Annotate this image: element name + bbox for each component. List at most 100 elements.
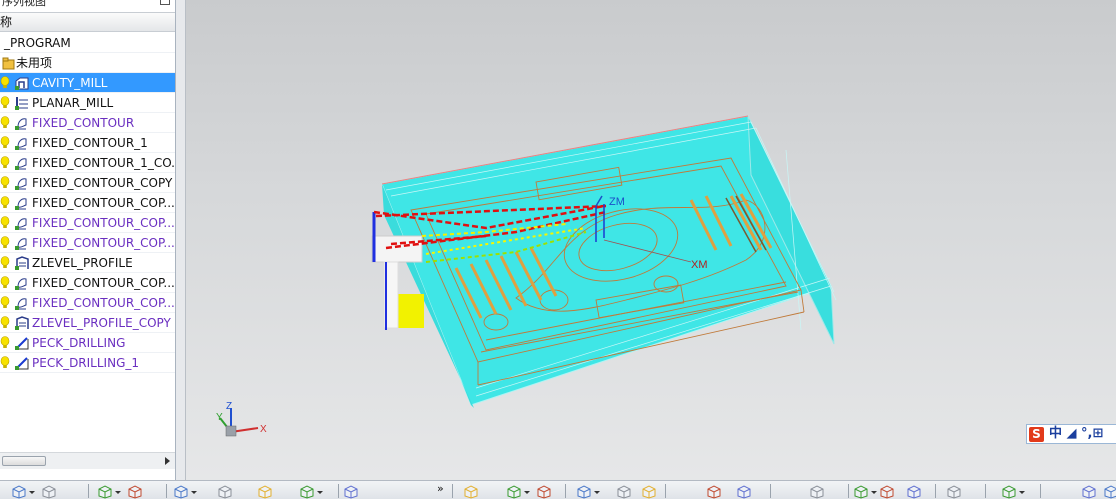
component-button[interactable] bbox=[505, 483, 523, 499]
part-navigator-button[interactable] bbox=[40, 483, 58, 499]
tree-row[interactable]: FIXED_CONTOUR_COPY bbox=[0, 173, 175, 193]
align-button[interactable] bbox=[735, 483, 753, 499]
dropdown-arrow-icon[interactable] bbox=[871, 491, 877, 494]
fixed-contour-icon bbox=[14, 235, 30, 251]
dropdown-arrow-icon[interactable] bbox=[29, 491, 35, 494]
scroll-right-icon[interactable] bbox=[165, 457, 170, 465]
tree-row-label: FIXED_CONTOUR_1 bbox=[32, 136, 148, 150]
point-button[interactable] bbox=[640, 483, 658, 499]
assembly-icon bbox=[464, 485, 478, 499]
tree-row[interactable]: FIXED_CONTOUR_COP... bbox=[0, 193, 175, 213]
fixed-contour-icon bbox=[14, 115, 30, 131]
tree-row-label: PECK_DRILLING bbox=[32, 336, 126, 350]
dropdown-arrow-icon[interactable] bbox=[317, 491, 323, 494]
dropdown-arrow-icon[interactable] bbox=[594, 491, 600, 494]
view-fit-button[interactable] bbox=[10, 483, 28, 499]
tree-row[interactable]: FIXED_CONTOUR_COP... bbox=[0, 273, 175, 293]
fixed-contour-icon bbox=[14, 295, 30, 311]
measure-button[interactable] bbox=[535, 483, 553, 499]
dropdown-arrow-icon[interactable] bbox=[191, 491, 197, 494]
dropdown-arrow-icon[interactable] bbox=[524, 491, 530, 494]
solid-box-button[interactable] bbox=[172, 483, 190, 499]
tree-row[interactable]: PLANAR_MILL bbox=[0, 93, 175, 113]
ime-toolbar[interactable]: S 中 ◢ °,⊞ bbox=[1026, 424, 1116, 444]
lock-button[interactable] bbox=[852, 483, 870, 499]
zlevel-profile-icon bbox=[14, 315, 30, 331]
fixture-white-block bbox=[371, 235, 423, 263]
toolbar-more-button[interactable]: » bbox=[437, 482, 444, 495]
dropdown-arrow-icon[interactable] bbox=[115, 491, 121, 494]
panel-splitter[interactable] bbox=[176, 0, 186, 480]
dimension-button[interactable] bbox=[126, 483, 144, 499]
shade-button[interactable] bbox=[945, 483, 963, 499]
tree-row[interactable]: FIXED_CONTOUR_COP... bbox=[0, 213, 175, 233]
triangle-icon bbox=[617, 485, 631, 499]
lightbulb-icon bbox=[0, 216, 10, 230]
toolbar-separator bbox=[452, 484, 453, 498]
assembly-button[interactable] bbox=[462, 483, 480, 499]
scrollbar-thumb[interactable] bbox=[2, 456, 46, 466]
shell-button[interactable] bbox=[298, 483, 316, 499]
pin-icon[interactable] bbox=[160, 0, 170, 5]
navigator-title-text: 序列视图 bbox=[2, 0, 46, 8]
toolbar-separator bbox=[985, 484, 986, 498]
tree-row[interactable]: PECK_DRILLING_1 bbox=[0, 353, 175, 373]
sketch-button[interactable] bbox=[96, 483, 114, 499]
triad-y-label: Y bbox=[216, 412, 223, 423]
folder-icon bbox=[0, 55, 16, 71]
extrude-icon bbox=[218, 485, 232, 499]
palette-button[interactable] bbox=[1000, 483, 1018, 499]
move-button[interactable] bbox=[575, 483, 593, 499]
align-icon bbox=[737, 485, 751, 499]
tree-row[interactable]: FIXED_CONTOUR_COP... bbox=[0, 233, 175, 253]
app-window: 序列视图 称 _PROGRAM 未用项 CAVITY_MILL PLANAR_MILL… bbox=[0, 0, 1116, 499]
dropdown-arrow-icon[interactable] bbox=[1019, 491, 1025, 494]
tree-row[interactable]: _PROGRAM bbox=[0, 33, 175, 53]
peck-drilling-icon bbox=[14, 355, 30, 371]
horizontal-scrollbar[interactable] bbox=[0, 452, 175, 469]
toolbar-separator bbox=[166, 484, 167, 498]
tree-row-label: FIXED_CONTOUR bbox=[32, 116, 135, 130]
move-icon bbox=[577, 485, 591, 499]
column-header-label: 称 bbox=[0, 15, 13, 29]
snap-button[interactable] bbox=[705, 483, 723, 499]
extrude-button[interactable] bbox=[216, 483, 234, 499]
tree-row[interactable]: ZLEVEL_PROFILE bbox=[0, 253, 175, 273]
tree-row[interactable]: 未用项 bbox=[0, 53, 175, 73]
planar-mill-icon bbox=[14, 95, 30, 111]
dimension-icon bbox=[128, 485, 142, 499]
feature-button[interactable] bbox=[342, 483, 360, 499]
tree-row-label: PECK_DRILLING_1 bbox=[32, 356, 140, 370]
palette-icon bbox=[1002, 485, 1016, 499]
face-icon bbox=[880, 485, 894, 499]
lightbulb-icon bbox=[0, 116, 10, 130]
column-header-name[interactable]: 称 bbox=[0, 12, 175, 32]
lightbulb-icon bbox=[0, 156, 10, 170]
edge-button[interactable] bbox=[905, 483, 923, 499]
triangle-button[interactable] bbox=[615, 483, 633, 499]
ime-mode-text[interactable]: 中 ◢ °,⊞ bbox=[1049, 425, 1103, 443]
tree-row[interactable]: PECK_DRILLING bbox=[0, 333, 175, 353]
view-triad[interactable]: Z Y X bbox=[216, 401, 267, 437]
shell-icon bbox=[300, 485, 314, 499]
tree-row[interactable]: FIXED_CONTOUR_COP... bbox=[0, 293, 175, 313]
model-viewport[interactable]: ZM XM Z Y X bbox=[186, 0, 1116, 480]
toolbar-separator bbox=[88, 484, 89, 498]
tree-row[interactable]: CAVITY_MILL bbox=[0, 73, 175, 93]
tree-row-label: FIXED_CONTOUR_COP... bbox=[32, 196, 175, 210]
tree-row[interactable]: FIXED_CONTOUR_1_CO... bbox=[0, 153, 175, 173]
graphics-window[interactable]: ZM XM Z Y X S 中 ◢ °,⊞ bbox=[186, 0, 1116, 480]
triad-z-label: Z bbox=[226, 401, 232, 412]
plus-button[interactable] bbox=[1102, 483, 1116, 499]
tree-row-label: _PROGRAM bbox=[4, 36, 71, 50]
tree-row-label: CAVITY_MILL bbox=[32, 76, 108, 90]
tree-row[interactable]: ZLEVEL_PROFILE_COPY bbox=[0, 313, 175, 333]
tree-row[interactable]: FIXED_CONTOUR bbox=[0, 113, 175, 133]
operation-navigator: 序列视图 称 _PROGRAM 未用项 CAVITY_MILL PLANAR_MILL… bbox=[0, 0, 176, 480]
tree-row[interactable]: FIXED_CONTOUR_1 bbox=[0, 133, 175, 153]
render-button[interactable] bbox=[808, 483, 826, 499]
revolve-button[interactable] bbox=[256, 483, 274, 499]
lightbulb-icon bbox=[0, 236, 10, 250]
face-button[interactable] bbox=[878, 483, 896, 499]
lamp-button[interactable] bbox=[1080, 483, 1098, 499]
